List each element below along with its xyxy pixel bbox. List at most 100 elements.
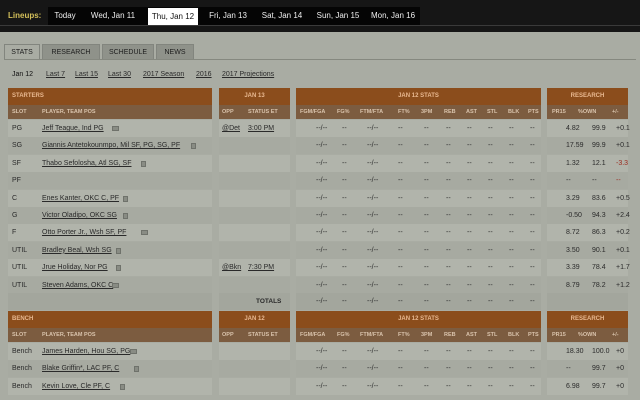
cell-player[interactable]: Enes Kanter, OKC C, PF	[42, 190, 119, 207]
column-header[interactable]: FT%	[398, 105, 410, 119]
cell-fgp: --	[342, 212, 347, 219]
cell-player[interactable]: Steven Adams, OKC C	[42, 277, 113, 294]
cell-opp[interactable]: @Det	[222, 120, 240, 137]
cell-reb: --	[446, 212, 451, 219]
cell-pts: --	[530, 194, 535, 202]
day-tab[interactable]: Sun, Jan 15	[310, 7, 366, 25]
column-header[interactable]: %OWN	[578, 105, 596, 119]
column-header[interactable]: +/-	[612, 105, 619, 119]
cell-own: 100.0	[592, 348, 610, 355]
cell-opp[interactable]: @Bkn	[222, 259, 241, 276]
period-link[interactable]: 2017 Projections	[222, 71, 274, 78]
cell-pm: +0.1	[616, 125, 630, 132]
news-note-icon[interactable]	[140, 230, 148, 236]
cell-fgm: --/--	[316, 177, 328, 185]
column-header[interactable]: FG%	[337, 328, 350, 342]
news-note-icon[interactable]	[123, 195, 129, 202]
news-note-icon[interactable]	[112, 282, 120, 288]
column-header[interactable]: OPP	[222, 105, 234, 119]
tab-schedule[interactable]: SCHEDULE	[102, 44, 154, 60]
news-note-icon[interactable]	[119, 383, 125, 390]
header-block: JAN 13	[219, 88, 290, 105]
cell-player[interactable]: Victor Oladipo, OKC SG	[42, 207, 117, 224]
cell-player[interactable]: Jrue Holiday, Nor PG	[42, 259, 108, 276]
column-header[interactable]: 3PM	[421, 328, 432, 342]
column-header[interactable]: FGM/FGA	[300, 328, 325, 342]
column-header[interactable]: SLOT	[12, 328, 27, 342]
news-note-icon[interactable]	[123, 213, 129, 219]
column-header[interactable]: SLOT	[12, 105, 27, 119]
cell-ftp: --	[398, 194, 403, 202]
column-header[interactable]: FGM/FGA	[300, 105, 325, 119]
day-tab[interactable]: Fri, Jan 13	[202, 7, 254, 25]
cell-player[interactable]: Bradley Beal, Wsh SG	[42, 242, 112, 259]
news-note-icon[interactable]	[133, 366, 139, 373]
period-link[interactable]: Last 7	[46, 71, 65, 78]
news-note-icon[interactable]	[140, 160, 146, 167]
cell-player[interactable]: Giannis Antetokounmpo, Mil SF, PG, SG, P…	[42, 137, 180, 154]
cell-player[interactable]: Thabo Sefolosha, Atl SG, SF	[42, 155, 132, 172]
news-note-icon[interactable]	[116, 247, 121, 254]
day-tab[interactable]: Thu, Jan 12	[148, 8, 198, 26]
column-header[interactable]: 3PM	[421, 105, 432, 119]
cell-reb: --	[446, 348, 451, 355]
period-link[interactable]: Last 15	[75, 71, 98, 78]
cell-player[interactable]: Kevin Love, Cle PF, C	[42, 378, 110, 395]
column-header[interactable]: STL	[487, 105, 497, 119]
column-header[interactable]: FTM/FTA	[360, 105, 383, 119]
period-link[interactable]: 2017 Season	[143, 71, 184, 78]
cell-ftp: --	[398, 264, 403, 272]
news-note-icon[interactable]	[112, 126, 120, 131]
column-header[interactable]: PR15	[552, 105, 566, 119]
cell-fgp: --	[342, 159, 347, 167]
column-header[interactable]: BLK	[508, 328, 519, 342]
column-header[interactable]: FG%	[337, 105, 350, 119]
row-background	[219, 276, 290, 294]
totals-background	[547, 293, 628, 310]
column-header[interactable]: PLAYER, TEAM POS	[42, 328, 96, 342]
column-header[interactable]: AST	[466, 328, 477, 342]
cell-player[interactable]: James Harden, Hou SG, PG	[42, 343, 130, 360]
tab-news[interactable]: NEWS	[156, 44, 194, 60]
column-header[interactable]: STATUS ET	[248, 105, 278, 119]
period-link[interactable]: Last 30	[108, 71, 131, 78]
period-link: Jan 12	[12, 71, 34, 78]
cell-player[interactable]: Otto Porter Jr., Wsh SF, PF	[42, 224, 126, 241]
tab-research[interactable]: RESEARCH	[42, 44, 100, 60]
news-note-icon[interactable]	[190, 143, 196, 150]
column-header[interactable]: STATUS ET	[248, 328, 278, 342]
cell-pm: +1.2	[616, 281, 630, 289]
column-header[interactable]: OPP	[222, 328, 234, 342]
news-note-icon[interactable]	[116, 265, 121, 272]
column-header[interactable]: FT%	[398, 328, 410, 342]
day-tab[interactable]: Wed, Jan 11	[84, 7, 142, 25]
cell-player[interactable]: Blake Griffin*, LAC PF, C	[42, 360, 119, 377]
news-note-icon[interactable]	[130, 349, 138, 354]
column-header[interactable]: BLK	[508, 105, 519, 119]
cell-pts: --	[530, 159, 535, 167]
column-header[interactable]: FTM/FTA	[360, 328, 383, 342]
column-header[interactable]: PLAYER, TEAM POS	[42, 105, 96, 119]
column-header[interactable]: +/-	[612, 328, 619, 342]
cell-pr15: 1.32	[566, 159, 580, 167]
day-tab[interactable]: Sat, Jan 14	[256, 7, 308, 25]
day-tab[interactable]: Mon, Jan 16	[366, 7, 420, 25]
column-header[interactable]: PTS	[528, 328, 539, 342]
column-header[interactable]: STL	[487, 328, 497, 342]
column-header[interactable]: REB	[444, 105, 456, 119]
column-header[interactable]: REB	[444, 328, 456, 342]
column-header[interactable]: PR15	[552, 328, 566, 342]
cell-fgp: --	[342, 365, 347, 373]
column-header[interactable]: AST	[466, 105, 477, 119]
cell-status[interactable]: 7:30 PM	[248, 259, 274, 276]
tab-stats[interactable]: STATS	[4, 44, 40, 60]
column-header[interactable]: %OWN	[578, 328, 596, 342]
cell-player[interactable]: Jeff Teague, Ind PG	[42, 120, 104, 137]
column-header[interactable]: PTS	[528, 105, 539, 119]
cell-ftp: --	[398, 159, 403, 167]
cell-fgm: --/--	[316, 246, 328, 254]
header-label: JAN 12 STATS	[398, 93, 439, 99]
period-link[interactable]: 2016	[196, 71, 212, 78]
cell-status[interactable]: 3:00 PM	[248, 120, 274, 137]
day-tab[interactable]: Today	[50, 7, 80, 25]
